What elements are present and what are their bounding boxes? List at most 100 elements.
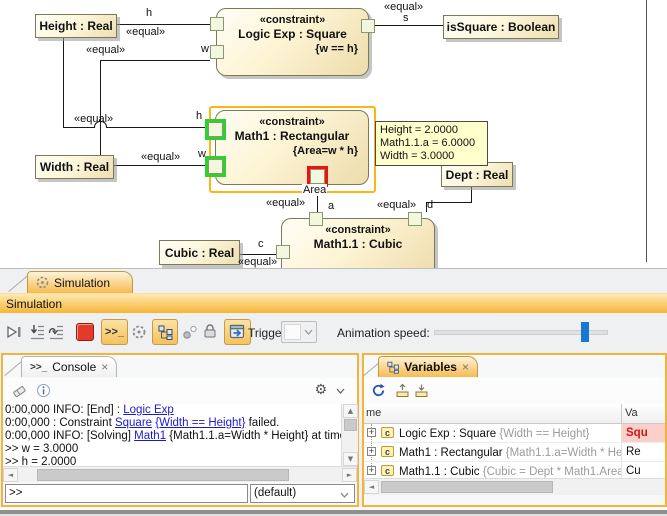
- column-header-value[interactable]: Va: [625, 407, 638, 419]
- console-hscrollbar[interactable]: ◄ ►: [3, 466, 357, 482]
- slider-thumb[interactable]: [581, 322, 589, 342]
- console-input[interactable]: >>: [5, 484, 248, 503]
- connector-s: [374, 25, 443, 26]
- console-link[interactable]: Logic Exp: [123, 404, 174, 416]
- chevron-down-icon[interactable]: [336, 388, 345, 394]
- collapse-all-icon: [414, 383, 429, 398]
- scroll-down-button[interactable]: ▼: [343, 452, 358, 466]
- tab-variables[interactable]: Variables ×: [378, 356, 478, 377]
- close-icon[interactable]: ×: [101, 360, 108, 374]
- port[interactable]: [309, 212, 323, 226]
- animation-speed-label: Animation speed:: [337, 326, 430, 340]
- console-link[interactable]: Math1: [134, 430, 166, 442]
- refresh-button[interactable]: [371, 383, 386, 403]
- expander-icon[interactable]: +: [367, 447, 376, 456]
- constraint-math1[interactable]: «constraint» Math1 : Rectangular {Area=w…: [215, 110, 369, 185]
- variables-toggle-button[interactable]: [152, 319, 178, 345]
- stop-button[interactable]: [76, 323, 94, 341]
- port-highlight-green[interactable]: [205, 156, 226, 177]
- console-settings-button[interactable]: ⚙: [314, 382, 327, 398]
- chevron-down-icon: [340, 492, 349, 498]
- constraint-expression: {Area=w * h}: [216, 145, 368, 157]
- console-text: 0:00,000 : Constraint: [5, 417, 115, 429]
- scroll-left-icon: ◄: [369, 483, 374, 491]
- connector-height-vert: [63, 36, 64, 128]
- tooltip-line: Width = 3.0000: [380, 150, 483, 163]
- console-vscrollbar[interactable]: ▲ ▼: [341, 404, 358, 466]
- variable-constraint: {Width == Height}: [499, 428, 589, 440]
- constraint-name: Math1.1 : Cubic: [282, 237, 434, 251]
- port[interactable]: [408, 212, 422, 226]
- port[interactable]: [276, 245, 290, 259]
- tab-console[interactable]: >>_ Console ×: [21, 356, 117, 377]
- run-icon: [5, 323, 23, 341]
- lock-button[interactable]: [202, 321, 218, 341]
- port-label-c: c: [258, 238, 264, 250]
- clear-console-button[interactable]: [11, 383, 28, 404]
- scroll-left-button[interactable]: ◄: [364, 480, 379, 494]
- variables-hscrollbar[interactable]: ◄: [364, 478, 665, 495]
- step-into-button[interactable]: [27, 322, 47, 342]
- open-diagram-button[interactable]: [224, 319, 251, 345]
- port-label-d: d: [427, 199, 433, 211]
- port-label-h: h: [196, 110, 202, 122]
- expander-icon[interactable]: +: [367, 466, 376, 475]
- scroll-right-button[interactable]: ►: [342, 468, 357, 482]
- info-button[interactable]: [36, 383, 51, 403]
- console-link[interactable]: {Width == Height}: [155, 417, 245, 429]
- variables-row[interactable]: +cLogic Exp : Square {Width == Height}Sq…: [364, 424, 665, 443]
- block-issquare[interactable]: isSquare : Boolean: [443, 15, 559, 39]
- breakpoints-button[interactable]: [180, 322, 200, 342]
- variables-toolbar: [364, 378, 665, 405]
- block-height[interactable]: Height : Real: [35, 14, 117, 38]
- simulation-config-button[interactable]: [129, 322, 149, 342]
- collapse-all-button[interactable]: [414, 383, 429, 403]
- scroll-left-icon: ◄: [8, 471, 13, 479]
- port[interactable]: [210, 45, 224, 59]
- expander-icon[interactable]: +: [367, 428, 376, 437]
- step-over-button[interactable]: [46, 322, 66, 342]
- console-toolbar: ⚙: [3, 378, 357, 405]
- constraint-name: Logic Exp : Square: [217, 27, 368, 41]
- run-button[interactable]: [4, 322, 24, 342]
- port-highlight-green[interactable]: [205, 119, 226, 140]
- console-text: >> h = 2.0000: [5, 456, 76, 466]
- refresh-icon: [371, 383, 386, 398]
- connector-width-vert: [100, 60, 101, 155]
- close-icon[interactable]: ×: [462, 360, 469, 374]
- port-label-a: a: [328, 200, 334, 212]
- expand-all-button[interactable]: [395, 383, 410, 403]
- tab-simulation[interactable]: Simulation: [27, 271, 133, 293]
- parametric-diagram: Height : Real isSquare : Boolean Width :…: [0, 0, 667, 268]
- block-height-label: Height : Real: [39, 19, 112, 33]
- variables-row[interactable]: +cMath1 : Rectangular {Math1.1.a=Width *…: [364, 443, 665, 462]
- runtime-values-tooltip: Height = 2.0000 Math1.1.a = 6.0000 Width…: [375, 121, 488, 166]
- scroll-thumb[interactable]: [344, 419, 357, 431]
- column-header-name[interactable]: me: [366, 407, 381, 419]
- constraint-logic-exp[interactable]: «constraint» Logic Exp : Square {w == h}: [216, 8, 369, 76]
- scroll-up-button[interactable]: ▲: [343, 404, 358, 418]
- console-log: 0:00,000 INFO: [End] : Logic Exp0:00,000…: [3, 404, 341, 466]
- scroll-thumb[interactable]: [37, 469, 289, 481]
- port-label-h: h: [146, 7, 152, 19]
- equal-label: «equal»: [141, 151, 180, 163]
- tab-label: Console: [52, 360, 96, 374]
- simulation-icon: [36, 276, 49, 289]
- port[interactable]: [361, 19, 375, 33]
- console-language-dropdown[interactable]: (default): [250, 484, 355, 503]
- port-label-w: w: [198, 148, 206, 160]
- port[interactable]: [210, 17, 224, 31]
- port-label-s: s: [403, 12, 409, 24]
- equal-label: «equal»: [266, 197, 305, 209]
- scroll-thumb[interactable]: [381, 481, 553, 493]
- block-width[interactable]: Width : Real: [35, 155, 114, 179]
- scroll-left-button[interactable]: ◄: [3, 468, 18, 482]
- console-toggle-button[interactable]: >>_: [101, 319, 128, 345]
- constraint-expression: {w == h}: [217, 43, 368, 55]
- console-link[interactable]: Square: [115, 417, 152, 429]
- console-text: {Math1.1.a=Width * Height} at time: [166, 430, 341, 442]
- trigger-dropdown[interactable]: [281, 321, 317, 343]
- column-divider[interactable]: [621, 404, 622, 423]
- block-cubic[interactable]: Cubic : Real: [159, 240, 240, 265]
- simulation-header-label: Simulation: [6, 297, 62, 311]
